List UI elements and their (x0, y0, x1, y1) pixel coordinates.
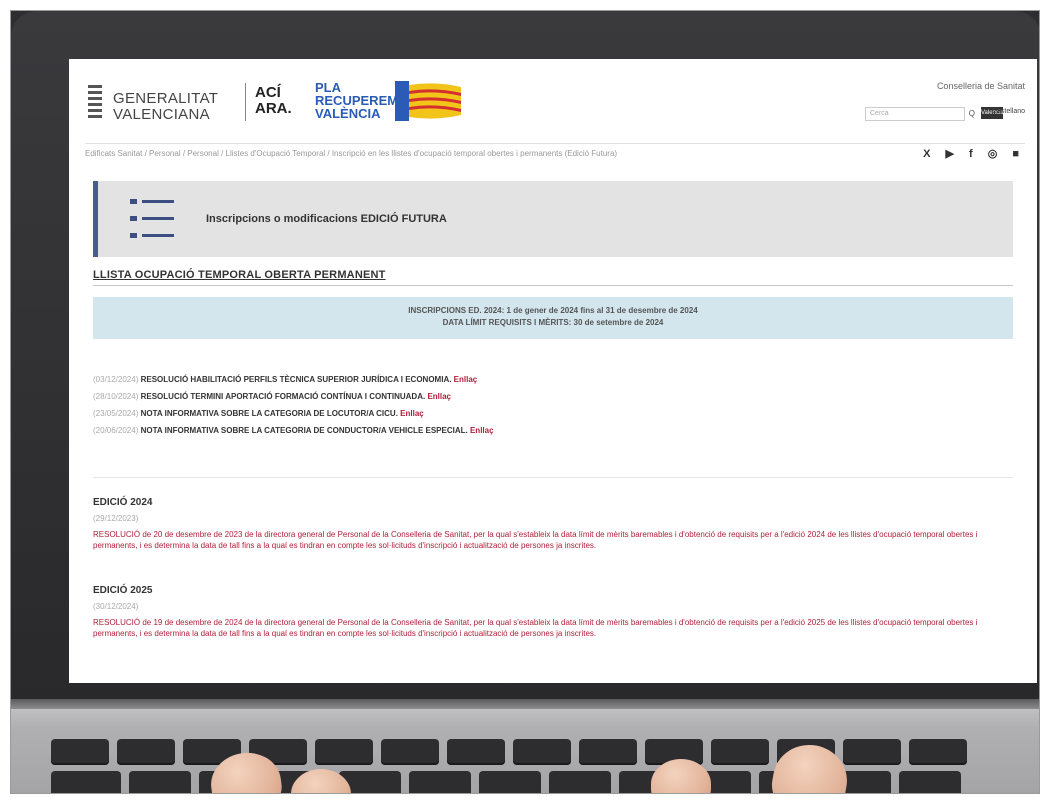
valencian-flag-icon (395, 81, 461, 121)
keyboard-key (315, 739, 373, 765)
keyboard-key (909, 739, 967, 765)
keyboard-key (549, 771, 611, 793)
laptop-hinge (11, 699, 1039, 709)
keyboard-key (129, 771, 191, 793)
keyboard-key (579, 739, 637, 765)
edition-block-2025: EDICIÓ 2025 (30/12/2024) RESOLUCIÓ de 19… (93, 585, 1013, 639)
laptop-photo: GENERALITAT VALENCIANA ACÍ ARA. PLA RECU… (10, 10, 1040, 794)
laptop-keyboard (11, 699, 1039, 793)
browser-viewport: GENERALITAT VALENCIANA ACÍ ARA. PLA RECU… (69, 59, 1037, 683)
keyboard-key (843, 739, 901, 765)
section-divider (93, 285, 1013, 286)
news-list: (03/12/2024) RESOLUCIÓ HABILITACIÓ PERFI… (93, 371, 1013, 439)
section-banner[interactable]: Inscripcions o modificacions EDICIÓ FUTU… (93, 181, 1013, 257)
gv-line2: VALENCIANA (113, 106, 210, 123)
keyboard-key (51, 739, 109, 765)
keyboard-key (409, 771, 471, 793)
keyboard-key (117, 739, 175, 765)
banner-title: Inscripcions o modificacions EDICIÓ FUTU… (206, 213, 447, 225)
keyboard-key (51, 771, 121, 793)
enllac-link[interactable]: Enllaç (470, 426, 494, 435)
crest-icon (85, 83, 105, 123)
search-input[interactable]: Cerca (865, 107, 965, 121)
enllac-link[interactable]: Enllaç (400, 409, 424, 418)
list-item: (28/10/2024) RESOLUCIÓ TERMINI APORTACIÓ… (93, 392, 452, 401)
keyboard-key (513, 739, 571, 765)
edition-resolution-link[interactable]: RESOLUCIÓ de 19 de desembre de 2024 de l… (93, 617, 1013, 639)
lang-castellano-link[interactable]: Castellano (992, 108, 1025, 115)
social-icons[interactable]: X ▶ f ◎ ■ (923, 147, 1025, 160)
list-item: (23/05/2024) NOTA INFORMATIVA SOBRE LA C… (93, 409, 424, 418)
edition-title: EDICIÓ 2024 (93, 497, 153, 508)
inscription-info-box: INSCRIPCIONS ED. 2024: 1 de gener de 202… (93, 297, 1013, 339)
site-header: GENERALITAT VALENCIANA ACÍ ARA. PLA RECU… (85, 77, 1025, 137)
section-title: LLISTA OCUPACIÓ TEMPORAL OBERTA PERMANEN… (93, 269, 386, 281)
breadcrumb[interactable]: Edificats Sanitat / Personal / Personal … (85, 149, 617, 158)
search-icon[interactable]: Q (969, 109, 975, 118)
edition-date: (29/12/2023) (93, 514, 139, 523)
list-item: (03/12/2024) RESOLUCIÓ HABILITACIÓ PERFI… (93, 375, 478, 384)
content-divider (93, 477, 1013, 478)
edition-date: (30/12/2024) (93, 602, 139, 611)
list-item: (20/06/2024) NOTA INFORMATIVA SOBRE LA C… (93, 426, 494, 435)
edition-title: EDICIÓ 2025 (93, 585, 153, 596)
keyboard-key (479, 771, 541, 793)
keyboard-key (711, 739, 769, 765)
logo-separator (245, 83, 246, 121)
keyboard-key (447, 739, 505, 765)
list-icon (130, 197, 176, 241)
info-line-1: INSCRIPCIONS ED. 2024: 1 de gener de 202… (408, 306, 698, 315)
enllac-link[interactable]: Enllaç (454, 375, 478, 384)
generalitat-logo[interactable]: GENERALITAT VALENCIANA (85, 83, 245, 131)
gv-line1: GENERALITAT (113, 90, 219, 107)
edition-block-2024: EDICIÓ 2024 (29/12/2023) RESOLUCIÓ de 20… (93, 497, 1013, 551)
department-name: Conselleria de Sanitat (936, 81, 1025, 91)
keyboard-key (899, 771, 961, 793)
enllac-link[interactable]: Enllaç (427, 392, 451, 401)
breadcrumb-bar: Edificats Sanitat / Personal / Personal … (85, 143, 1025, 163)
keyboard-key (381, 739, 439, 765)
info-line-2: DATA LÍMIT REQUISITS I MÈRITS: 30 de set… (442, 318, 664, 327)
pla-recuperem-logo: PLA RECUPEREM VALÈNCIA (315, 80, 399, 121)
aci-ara-logo: ACÍ ARA. (255, 84, 292, 117)
edition-resolution-link[interactable]: RESOLUCIÓ de 20 de desembre de 2023 de l… (93, 529, 1013, 551)
